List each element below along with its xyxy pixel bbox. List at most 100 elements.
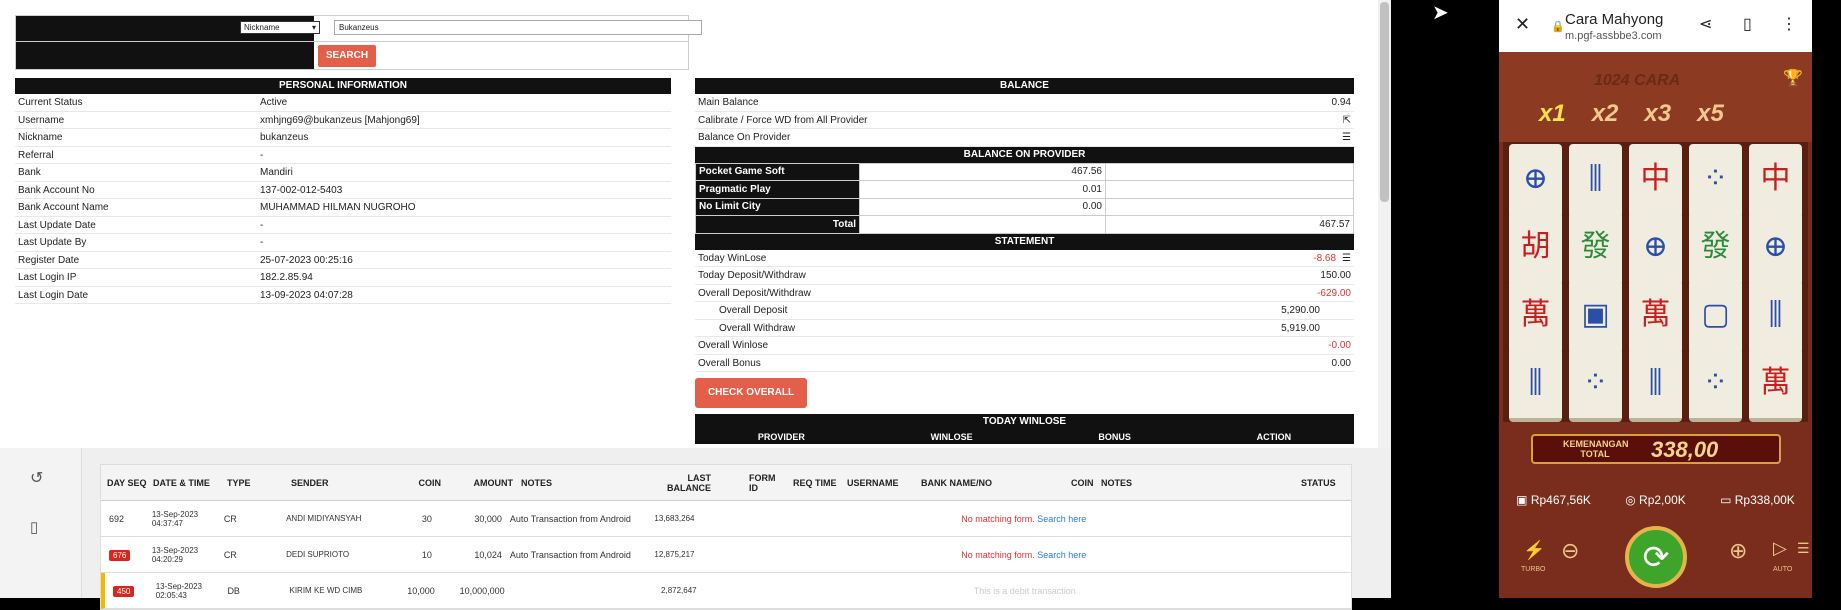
th-notes: NOTES (521, 477, 553, 488)
auto-label: AUTO (1773, 566, 1793, 573)
statement-label: Today Deposit/Withdraw (698, 270, 806, 281)
book-icon[interactable]: ▯ (30, 518, 38, 536)
history-icon[interactable]: ↺ (30, 468, 43, 488)
mahjong-tile: ⊕ (1509, 144, 1562, 218)
cell-coin: 10,000 (407, 585, 435, 596)
info-row: Referral - (15, 147, 671, 164)
cell-date: 13-Sep-2023 04:37:47 (151, 509, 199, 528)
statement-header: STATEMENT (695, 233, 1354, 250)
th-req-time: REQ TIME (793, 477, 837, 488)
personal-info-header: PERSONAL INFORMATION (15, 78, 671, 94)
reel-grid: ⊕ ⫼ 中 ⁘ 中胡發 ⊕ 發 ⊕ 萬 ▣ 萬 ▢ ⫼ ⫼ ⁘ ⫼ ⁘ 萬 (1503, 142, 1808, 422)
search-button[interactable]: SEARCH (318, 45, 376, 67)
col-provider: PROVIDER (757, 432, 805, 442)
overall-winlose-value: -0.00 (1328, 340, 1351, 351)
list-icon[interactable]: ☰ (1342, 253, 1351, 264)
transaction-area: ↺ ▯ DAY SEQ DATE & TIME TYPE SENDER COIN… (0, 448, 1391, 610)
info-label: Bank Account No (18, 184, 95, 196)
search-row: Nickname ▾ Bukanzeus (15, 15, 702, 42)
table-row[interactable]: 676 13-Sep-2023 04:20:29 CR DEDI SUPRIOTO 10… (101, 537, 1351, 573)
statement-value: -629.00 (1317, 287, 1351, 299)
table-row[interactable]: 450 13-Sep-2023 02:05:43 DB KIRIM KE WD CIM… (101, 573, 1351, 609)
cell-sender: ANDI MIDIYANSYAH (286, 514, 362, 523)
mahjong-tile: 發 (1689, 212, 1742, 286)
info-value: - (260, 149, 264, 161)
provider-value: 0.01 (859, 180, 1106, 199)
info-value: bukanzeus (260, 132, 309, 143)
calibrate-label: Calibrate / Force WD from All Provider (698, 114, 868, 126)
auto-icon[interactable]: ▷ (1773, 538, 1787, 559)
cell-coin: 10 (421, 549, 432, 560)
balance-bar: ▣ Rp467,56K ◎ Rp2,00K ▭ Rp338,00K (1499, 484, 1812, 516)
info-value: - (260, 219, 264, 231)
statement-row: Overall Deposit/Withdraw -629.00 (695, 285, 1354, 302)
trophy-icon[interactable]: 🏆 (1783, 68, 1803, 88)
share-icon[interactable]: ⋖ (1699, 14, 1712, 34)
more-icon[interactable]: ⋮ (1781, 14, 1797, 34)
blank-cell (1105, 197, 1354, 216)
info-row: Nickname bukanzeus (15, 129, 671, 147)
provider-row: Pocket Game Soft 467.56 (695, 162, 1354, 181)
page-title: Cara Mahyong (1565, 11, 1664, 28)
cell-sender: DEDI SUPRIOTO (286, 550, 350, 559)
statement-rows: Today WinLose -8.68 ☰ Today Deposit/Withdra… (695, 250, 1354, 302)
match-message: No matching form. (961, 513, 1035, 524)
cell-date: 13-Sep-2023 02:05:43 (155, 581, 202, 600)
search-input[interactable]: Bukanzeus (334, 20, 702, 35)
overall-bonus-row: Overall Bonus 0.00 (695, 355, 1354, 372)
overall-withdraw-value: 5,919.00 (1281, 322, 1320, 334)
info-label: Last Login IP (18, 272, 77, 283)
cell-type: DB (227, 585, 240, 596)
col-bonus: BONUS (1098, 432, 1131, 442)
info-row: Bank Account No 137-002-012-5403 (15, 182, 671, 199)
th-type: TYPE (227, 477, 251, 488)
spin-button[interactable]: ⟳ (1625, 526, 1687, 588)
sidebar: ↺ ▯ (0, 448, 82, 598)
main-balance-value: 0.94 (1331, 97, 1351, 108)
popup-scrollbar[interactable] (1378, 0, 1391, 448)
mahjong-tile: ⊕ (1749, 212, 1802, 286)
mahjong-tile: 萬 (1629, 280, 1682, 354)
statement-row: Today Deposit/Withdraw 150.00 (695, 267, 1354, 285)
mahjong-tile: 中 (1629, 144, 1682, 218)
info-value: xmhjng69@bukanzeus [Mahjong69] (260, 114, 420, 126)
info-label: Last Update By (18, 237, 87, 248)
bet-amount[interactable]: ◎ Rp2,00K (1625, 493, 1686, 507)
mahjong-tile: ▣ (1569, 280, 1622, 354)
close-icon[interactable]: ✕ (1515, 14, 1530, 35)
check-overall-button[interactable]: CHECK OVERALL (695, 378, 807, 408)
main-balance-label: Main Balance (698, 97, 759, 108)
table-row[interactable]: 692 13-Sep-2023 04:37:47 CR ANDI MIDIYANSYA… (101, 501, 1351, 537)
mahjong-tile: ⁘ (1689, 348, 1742, 422)
provider-value: 467.56 (859, 162, 1106, 181)
multiplier-bar: x1 x2 x3 x5 (1539, 100, 1724, 128)
last-win: ▭ Rp338,00K (1720, 493, 1795, 507)
mahjong-tile: 胡 (1509, 212, 1562, 286)
member-detail-popup: Nickname ▾ Bukanzeus SEARCH PERSONAL INF… (0, 0, 1391, 448)
overall-bonus-value: 0.00 (1331, 357, 1351, 369)
mahjong-tile: 萬 (1749, 348, 1802, 422)
info-label: Register Date (18, 254, 80, 266)
search-here-link[interactable]: Search here (1037, 514, 1086, 524)
external-link-icon[interactable]: ⇱ (1343, 112, 1351, 129)
th-notes-2: NOTES (1101, 477, 1133, 488)
info-value: 13-09-2023 04:07:28 (260, 289, 353, 301)
balance-panel: BALANCE Main Balance 0.94 Calibrate / For… (695, 78, 1354, 444)
minus-icon[interactable]: ⊖ (1561, 538, 1579, 564)
bookmark-icon[interactable]: ▯ (1743, 14, 1752, 34)
search-here-link[interactable]: Search here (1037, 550, 1086, 560)
search-type-dropdown[interactable]: Nickname ▾ (240, 21, 320, 34)
multiplier-label: x5 (1697, 100, 1724, 127)
menu-icon[interactable]: ☰ (1797, 540, 1810, 557)
list-icon[interactable]: ☰ (1342, 129, 1351, 146)
win-banner: KEMENANGAN TOTAL 338,00 (1499, 428, 1812, 470)
turbo-icon[interactable]: ⚡ (1523, 540, 1545, 561)
statement-label: Today WinLose (698, 252, 767, 264)
plus-icon[interactable]: ⊕ (1729, 538, 1747, 564)
scrollbar-thumb[interactable] (1380, 2, 1389, 202)
search-label-cell-2 (16, 42, 314, 69)
mahjong-tile: ⫼ (1749, 280, 1802, 354)
blank-cell (859, 215, 1106, 234)
today-winlose-columns: PROVIDER WINLOSE BONUS ACTION (695, 430, 1354, 444)
mahjong-tile: ⫼ (1509, 348, 1562, 422)
